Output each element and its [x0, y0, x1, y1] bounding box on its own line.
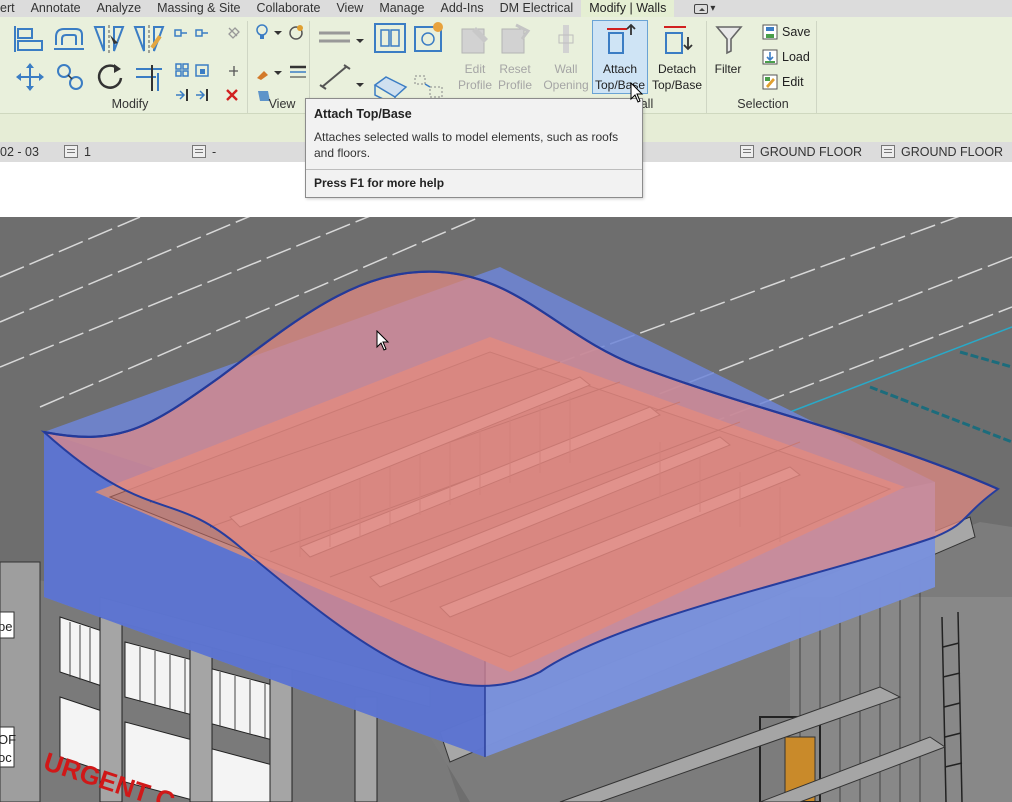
- tab-dm-electrical[interactable]: DM Electrical: [492, 0, 582, 17]
- detach-top-base-button[interactable]: Detach Top/Base: [650, 21, 704, 93]
- tab-annotate[interactable]: Annotate: [23, 0, 89, 17]
- load-selection-icon: [762, 49, 778, 65]
- thin-lines-icon[interactable]: [288, 63, 308, 81]
- offset-icon[interactable]: [52, 23, 86, 55]
- level-icon: [881, 145, 895, 158]
- base-level[interactable]: GROUND FLOOR: [740, 145, 862, 159]
- delete-icon[interactable]: [224, 87, 240, 103]
- tab-massing-site[interactable]: Massing & Site: [149, 0, 248, 17]
- filter-label: Filter: [714, 62, 742, 76]
- measure-icon[interactable]: [316, 25, 366, 51]
- attach-top-base-icon: [607, 23, 636, 54]
- mouse-cursor: [376, 330, 390, 351]
- base-level-value: GROUND FLOOR: [760, 145, 863, 159]
- ribbon-display-toggle[interactable]: ▾: [694, 3, 715, 14]
- panel-separator: [247, 21, 248, 113]
- reset-profile-label: Reset Profile: [497, 62, 532, 92]
- 3d-viewport[interactable]: pe OF oc URGENT C: [0, 217, 1012, 802]
- selection-count-value: 1: [84, 145, 91, 159]
- create-assembly-icon[interactable]: [372, 21, 408, 55]
- dropdown-arrow-icon: ▾: [710, 3, 716, 14]
- mouse-cursor: [630, 82, 644, 103]
- split-element-icon[interactable]: [174, 25, 214, 41]
- model-view-canvas[interactable]: pe OF oc URGENT C: [0, 217, 1012, 802]
- level-icon: [740, 145, 754, 158]
- top-level-value: GROUND FLOOR: [901, 145, 1004, 159]
- edit-selection-button[interactable]: Edit: [762, 71, 804, 93]
- tooltip-description: Attaches selected walls to model element…: [314, 130, 619, 160]
- panel-label-modify: Modify: [111, 97, 149, 111]
- align-icon[interactable]: [12, 23, 46, 55]
- tab-manage[interactable]: Manage: [371, 0, 432, 17]
- wall-opening-label: Wall Opening: [543, 62, 589, 92]
- detach-top-base-icon: [664, 26, 693, 54]
- mirror-draw-axis-icon[interactable]: [132, 23, 166, 55]
- paint-brush-icon[interactable]: [254, 63, 284, 81]
- wall-opening-icon: [558, 25, 574, 53]
- side-label-3: oc: [0, 750, 12, 765]
- detach-top-base-label: Detach Top/Base: [651, 62, 703, 92]
- reset-profile-icon: [501, 23, 531, 54]
- tooltip: Attach Top/Base Attaches selected walls …: [305, 98, 643, 198]
- side-label-2: OF: [0, 732, 16, 747]
- linework-icon[interactable]: [286, 23, 306, 41]
- save-selection-button[interactable]: Save: [762, 21, 811, 43]
- save-selection-label: Save: [782, 25, 811, 39]
- tab-collaborate[interactable]: Collaborate: [249, 0, 329, 17]
- tab-add-ins[interactable]: Add-Ins: [433, 0, 492, 17]
- phase-value: 02 - 03: [0, 145, 39, 159]
- tab-analyze[interactable]: Analyze: [89, 0, 149, 17]
- selection-count[interactable]: 1: [64, 145, 91, 159]
- edit-profile-button[interactable]: Edit Profile: [455, 21, 495, 93]
- tab-modify-walls[interactable]: Modify | Walls: [581, 0, 675, 17]
- dimension-icon[interactable]: [316, 61, 366, 93]
- filter-status[interactable]: -: [192, 145, 216, 159]
- edit-profile-icon: [461, 27, 488, 54]
- selection-count-icon: [64, 145, 78, 158]
- tooltip-help: Press F1 for more help: [314, 176, 445, 190]
- reset-profile-button[interactable]: Reset Profile: [495, 21, 535, 93]
- array-icon[interactable]: [174, 63, 214, 79]
- tab-insert[interactable]: ert: [0, 0, 23, 17]
- panel-label-view: View: [268, 97, 296, 111]
- filter-icon: [715, 26, 743, 55]
- wall-opening-button[interactable]: Wall Opening: [543, 21, 589, 93]
- filter-status-value: -: [212, 145, 217, 159]
- unpin-icon[interactable]: [226, 63, 242, 79]
- split-gap-icon[interactable]: [174, 87, 214, 103]
- tab-view[interactable]: View: [328, 0, 371, 17]
- edit-selection-label: Edit: [782, 75, 804, 89]
- move-icon[interactable]: [14, 61, 46, 93]
- top-level[interactable]: GROUND FLOOR: [881, 145, 1003, 159]
- filter-status-icon: [192, 145, 206, 158]
- rotate-icon[interactable]: [94, 61, 126, 93]
- tooltip-title: Attach Top/Base: [314, 107, 412, 121]
- reference-line: [789, 326, 1012, 444]
- pin-icon[interactable]: [226, 25, 242, 41]
- ribbon-minimize-icon: [694, 3, 709, 14]
- override-graphics-icon[interactable]: [254, 23, 284, 41]
- create-parts-icon[interactable]: [412, 21, 446, 55]
- panel-separator: [706, 21, 707, 113]
- edit-profile-label: Edit Profile: [457, 62, 492, 92]
- edit-selection-icon: [762, 74, 778, 90]
- mirror-pick-axis-icon[interactable]: [92, 23, 126, 55]
- load-selection-label: Load: [782, 50, 810, 64]
- side-label-1: pe: [0, 619, 12, 634]
- trim-extend-icon[interactable]: [132, 61, 166, 93]
- tooltip-divider: [306, 169, 642, 170]
- filter-button[interactable]: Filter: [710, 21, 746, 93]
- panel-separator: [816, 21, 817, 113]
- save-selection-icon: [762, 24, 778, 40]
- ribbon-tabs: ert Annotate Analyze Massing & Site Coll…: [0, 0, 1012, 17]
- panel-label-selection: Selection: [737, 97, 789, 111]
- load-selection-button[interactable]: Load: [762, 46, 810, 68]
- copy-icon[interactable]: [54, 61, 86, 93]
